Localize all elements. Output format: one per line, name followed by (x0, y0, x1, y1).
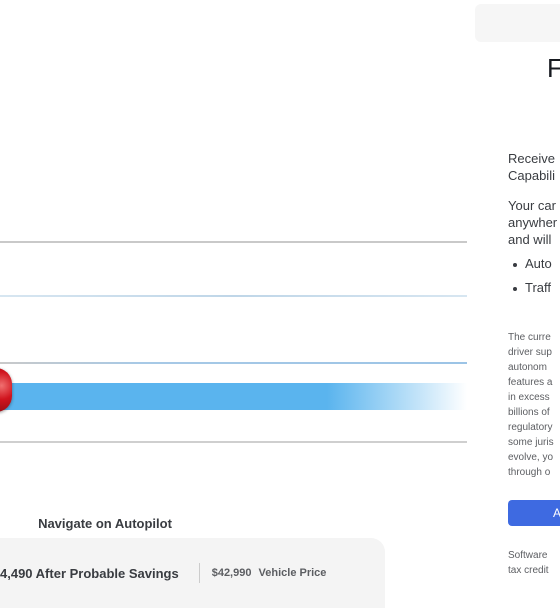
feature-item: Traff (513, 280, 551, 295)
autopilot-visual (0, 0, 475, 500)
vehicle-price: $42,990 Vehicle Price (212, 567, 327, 579)
disclaimer-text: The curre driver sup autonom features a … (508, 332, 554, 478)
bullet-icon (513, 262, 517, 267)
feature-label: Traff (525, 280, 552, 295)
autopilot-path (0, 383, 467, 410)
price-bar[interactable]: 4,490 After Probable Savings $42,990 Veh… (0, 538, 385, 608)
lane-line (0, 295, 467, 297)
footnote-text: Software tax credit (508, 550, 549, 576)
panel-description: Your car anywher and will (508, 198, 558, 247)
add-button[interactable]: A (508, 500, 560, 526)
feature-panel: F Receive Capabili Your car anywher and … (475, 0, 560, 600)
vehicle-price-value: $42,990 (211, 567, 252, 579)
price-divider (198, 563, 200, 583)
panel-intro: Receive Capabili (508, 151, 555, 183)
vehicle-price-label: Vehicle Price (258, 567, 327, 579)
lane-line (0, 241, 467, 243)
feature-label: Auto (525, 256, 552, 271)
visual-caption: Navigate on Autopilot (38, 516, 172, 531)
lane-line (0, 362, 467, 364)
add-button-label: A (553, 506, 560, 520)
price-after-savings: 4,490 After Probable Savings (0, 565, 179, 581)
top-toggle[interactable] (475, 4, 560, 42)
feature-item: Auto (513, 256, 552, 271)
panel-title: F (547, 53, 560, 83)
lane-line (0, 441, 467, 443)
bullet-icon (513, 286, 517, 291)
